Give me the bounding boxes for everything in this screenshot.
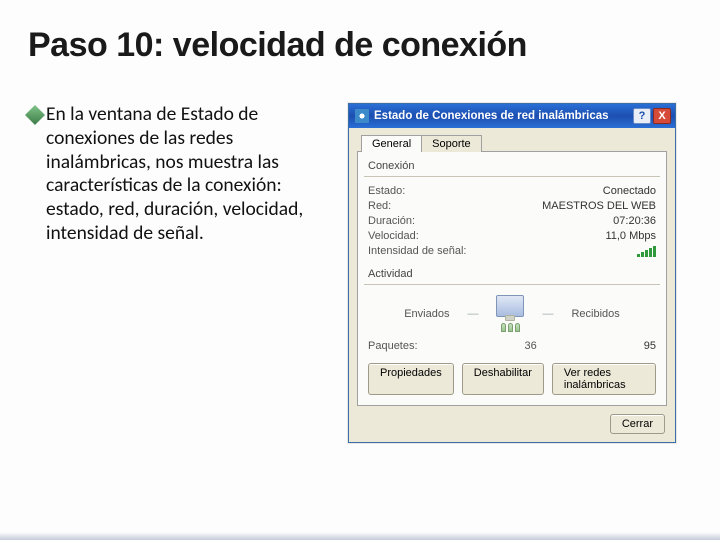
status-dialog: Estado de Conexiones de red inalámbricas…	[348, 103, 676, 443]
signal-strength-icon	[637, 245, 656, 257]
tab-general[interactable]: General	[361, 135, 422, 152]
ver-redes-button[interactable]: Ver redes inalámbricas	[552, 363, 656, 395]
propiedades-button[interactable]: Propiedades	[368, 363, 454, 395]
wireless-icon	[501, 323, 520, 332]
cerrar-button[interactable]: Cerrar	[610, 414, 665, 434]
recibidos-label: Recibidos	[571, 308, 619, 320]
app-icon	[355, 109, 369, 123]
paquetes-enviados-value: 36	[418, 340, 644, 352]
duracion-value: 07:20:36	[613, 215, 656, 227]
bullet-text: En la ventana de Estado de conexiones de…	[46, 103, 328, 246]
bullet-diamond-icon	[25, 105, 45, 125]
velocidad-label: Velocidad:	[368, 230, 419, 242]
intensidad-label: Intensidad de señal:	[368, 245, 466, 257]
slide-title: Paso 10: velocidad de conexión	[0, 0, 720, 65]
red-value: MAESTROS DEL WEB	[542, 200, 656, 212]
group-conexion-title: Conexión	[368, 160, 656, 172]
tabs: General Soporte	[357, 134, 667, 151]
paquetes-recibidos-value: 95	[644, 340, 656, 352]
dash-icon: —	[467, 308, 478, 320]
titlebar: Estado de Conexiones de red inalámbricas…	[349, 104, 675, 128]
activity-diagram: Enviados — — Recibidos	[368, 291, 656, 338]
enviados-label: Enviados	[404, 308, 449, 320]
red-label: Red:	[368, 200, 391, 212]
group-actividad-title: Actividad	[368, 268, 656, 280]
computer-icon	[496, 295, 524, 317]
close-button[interactable]: X	[653, 108, 671, 124]
velocidad-value: 11,0 Mbps	[605, 230, 656, 242]
dialog-title: Estado de Conexiones de red inalámbricas	[374, 110, 609, 122]
estado-value: Conectado	[603, 185, 656, 197]
duracion-label: Duración:	[368, 215, 415, 227]
bullet-block: En la ventana de Estado de conexiones de…	[28, 103, 328, 443]
estado-label: Estado:	[368, 185, 405, 197]
slide-accent	[0, 532, 720, 540]
paquetes-label: Paquetes:	[368, 340, 418, 352]
tab-soporte[interactable]: Soporte	[421, 135, 482, 152]
dash-icon: —	[542, 308, 553, 320]
tab-pane-general: Conexión Estado: Conectado Red: MAESTROS D…	[357, 151, 667, 406]
help-button[interactable]: ?	[633, 108, 651, 124]
deshabilitar-button[interactable]: Deshabilitar	[462, 363, 544, 395]
